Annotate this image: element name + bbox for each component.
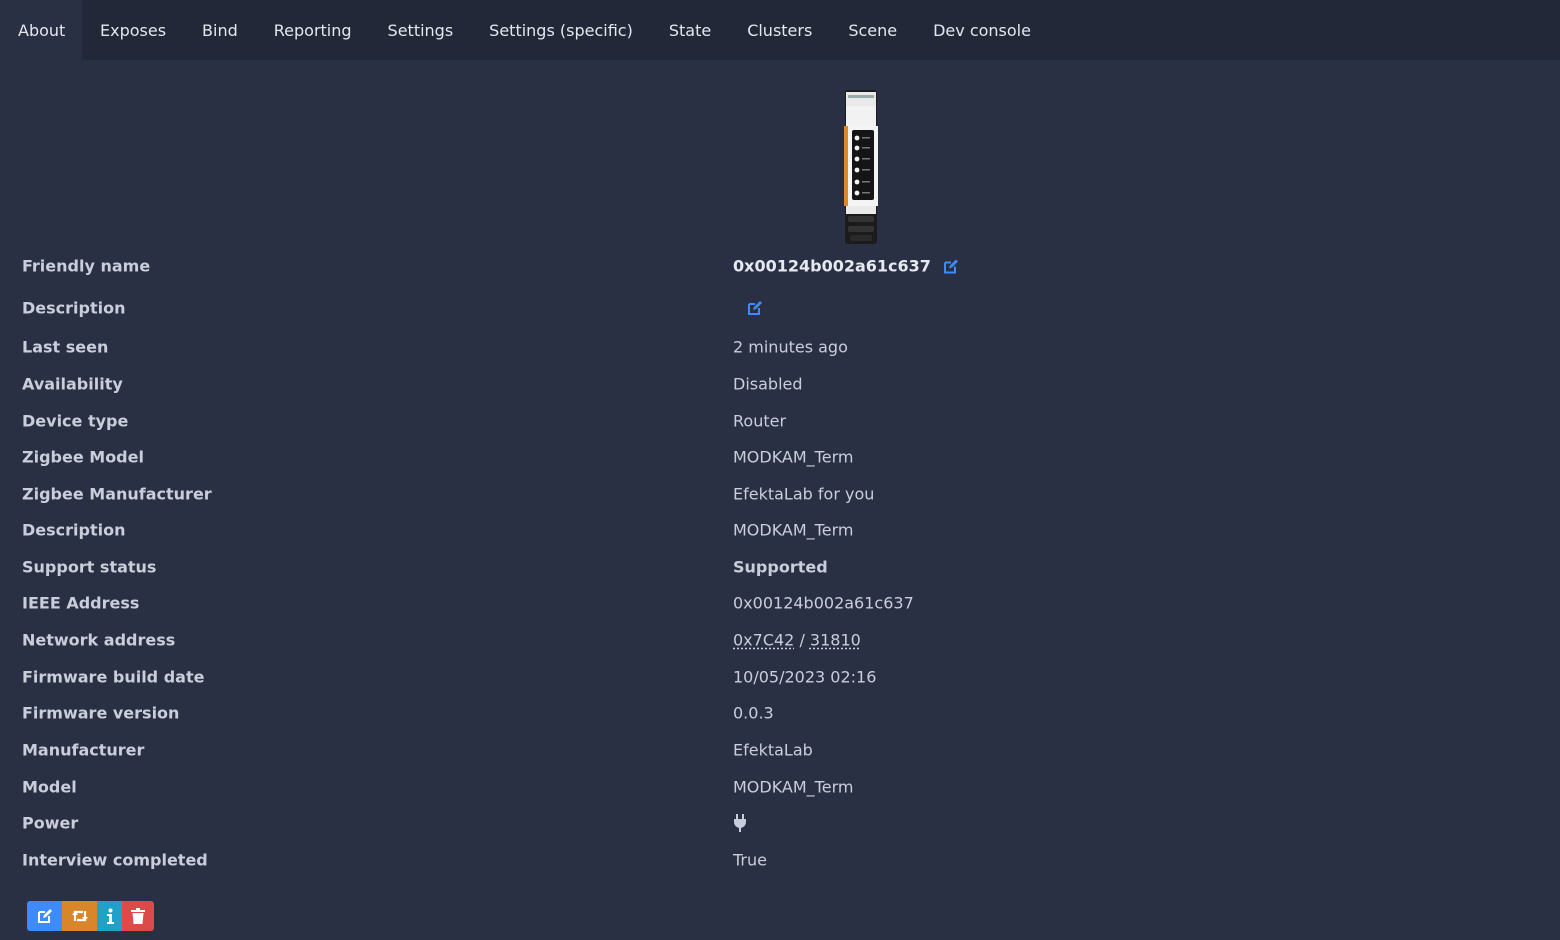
manufacturer-label: Manufacturer — [22, 740, 145, 760]
plug-icon — [733, 814, 747, 832]
tab-state[interactable]: State — [651, 0, 729, 60]
row-firmware-build-date: Firmware build date 10/05/2023 02:16 — [0, 659, 1560, 695]
description-value-wrap — [733, 300, 763, 316]
row-ieee-address: IEEE Address 0x00124b002a61c637 — [0, 585, 1560, 621]
tab-settings-specific[interactable]: Settings (specific) — [471, 0, 651, 60]
firmware-version-value: 0.0.3 — [733, 703, 774, 723]
row-last-seen: Last seen 2 minutes ago — [0, 329, 1560, 365]
interview-button[interactable] — [97, 901, 122, 931]
ieee-address-value: 0x00124b002a61c637 — [733, 593, 914, 613]
row-device-type: Device type Router — [0, 403, 1560, 439]
interview-completed-label: Interview completed — [22, 850, 208, 870]
reconfigure-button[interactable] — [62, 901, 97, 931]
model-link[interactable]: MODKAM_Term — [733, 778, 853, 797]
tab-reporting[interactable]: Reporting — [256, 0, 370, 60]
support-status-label: Support status — [22, 557, 157, 577]
device-actions — [27, 901, 154, 931]
network-address-label: Network address — [22, 630, 176, 650]
firmware-version-label: Firmware version — [22, 703, 180, 723]
row-interview-completed: Interview completed True — [0, 842, 1560, 878]
definition-description-link[interactable]: MODKAM_Term — [733, 521, 853, 540]
power-label: Power — [22, 813, 79, 833]
friendly-name-value-wrap: 0x00124b002a61c637 — [733, 257, 959, 276]
device-image — [844, 90, 878, 244]
tab-exposes[interactable]: Exposes — [82, 0, 184, 60]
last-seen-value: 2 minutes ago — [733, 337, 848, 357]
device-tabs: About Exposes Bind Reporting Settings Se… — [0, 0, 1560, 60]
edit-icon — [37, 909, 52, 923]
zigbee-manufacturer-value: EfektaLab for you — [733, 484, 875, 504]
device-type-label: Device type — [22, 411, 129, 431]
support-status-value: Supported — [733, 557, 828, 577]
edit-friendly-name-icon[interactable] — [943, 258, 959, 274]
row-zigbee-model: Zigbee Model MODKAM_Term — [0, 439, 1560, 475]
row-description: Description — [0, 290, 1560, 326]
trash-icon — [131, 908, 145, 924]
row-zigbee-manufacturer: Zigbee Manufacturer EfektaLab for you — [0, 476, 1560, 512]
tab-clusters[interactable]: Clusters — [729, 0, 830, 60]
network-address-hex: 0x7C42 — [733, 630, 795, 650]
row-friendly-name: Friendly name 0x00124b002a61c637 — [0, 248, 1560, 284]
row-network-address: Network address 0x7C42 / 31810 — [0, 622, 1560, 658]
tab-bind[interactable]: Bind — [184, 0, 256, 60]
row-availability: Availability Disabled — [0, 366, 1560, 402]
manufacturer-link[interactable]: EfektaLab — [733, 741, 813, 760]
row-manufacturer: Manufacturer EfektaLab — [0, 732, 1560, 768]
tab-scene[interactable]: Scene — [830, 0, 915, 60]
info-icon — [106, 908, 114, 924]
availability-link[interactable]: Disabled — [733, 375, 803, 394]
row-power: Power — [0, 805, 1560, 841]
device-type-value: Router — [733, 411, 787, 431]
zigbee-model-label: Zigbee Model — [22, 447, 144, 467]
availability-label: Availability — [22, 374, 123, 394]
last-seen-label: Last seen — [22, 337, 109, 357]
edit-description-icon[interactable] — [747, 300, 763, 316]
tab-settings[interactable]: Settings — [370, 0, 472, 60]
row-model: Model MODKAM_Term — [0, 769, 1560, 805]
tab-dev-console[interactable]: Dev console — [915, 0, 1049, 60]
ieee-address-label: IEEE Address — [22, 593, 140, 613]
model-label: Model — [22, 777, 77, 797]
row-firmware-version: Firmware version 0.0.3 — [0, 695, 1560, 731]
interview-completed-value: True — [733, 850, 767, 870]
tab-about[interactable]: About — [0, 0, 82, 60]
network-address-dec: 31810 — [809, 630, 861, 650]
rename-button[interactable] — [27, 901, 62, 931]
row-support-status: Support status Supported — [0, 549, 1560, 585]
power-value — [733, 814, 747, 832]
row-definition-description: Description MODKAM_Term — [0, 512, 1560, 548]
network-address-value: 0x7C42 / 31810 — [733, 631, 861, 650]
zigbee-model-value: MODKAM_Term — [733, 447, 854, 467]
retweet-icon — [71, 910, 88, 922]
network-address-separator: / — [794, 630, 810, 650]
zigbee-manufacturer-label: Zigbee Manufacturer — [22, 484, 212, 504]
remove-button[interactable] — [122, 901, 154, 931]
description-label: Description — [22, 298, 126, 318]
definition-description-label: Description — [22, 520, 126, 540]
firmware-build-date-label: Firmware build date — [22, 667, 205, 687]
friendly-name-value: 0x00124b002a61c637 — [733, 256, 931, 276]
friendly-name-label: Friendly name — [22, 256, 151, 276]
firmware-build-date-value: 10/05/2023 02:16 — [733, 667, 877, 687]
